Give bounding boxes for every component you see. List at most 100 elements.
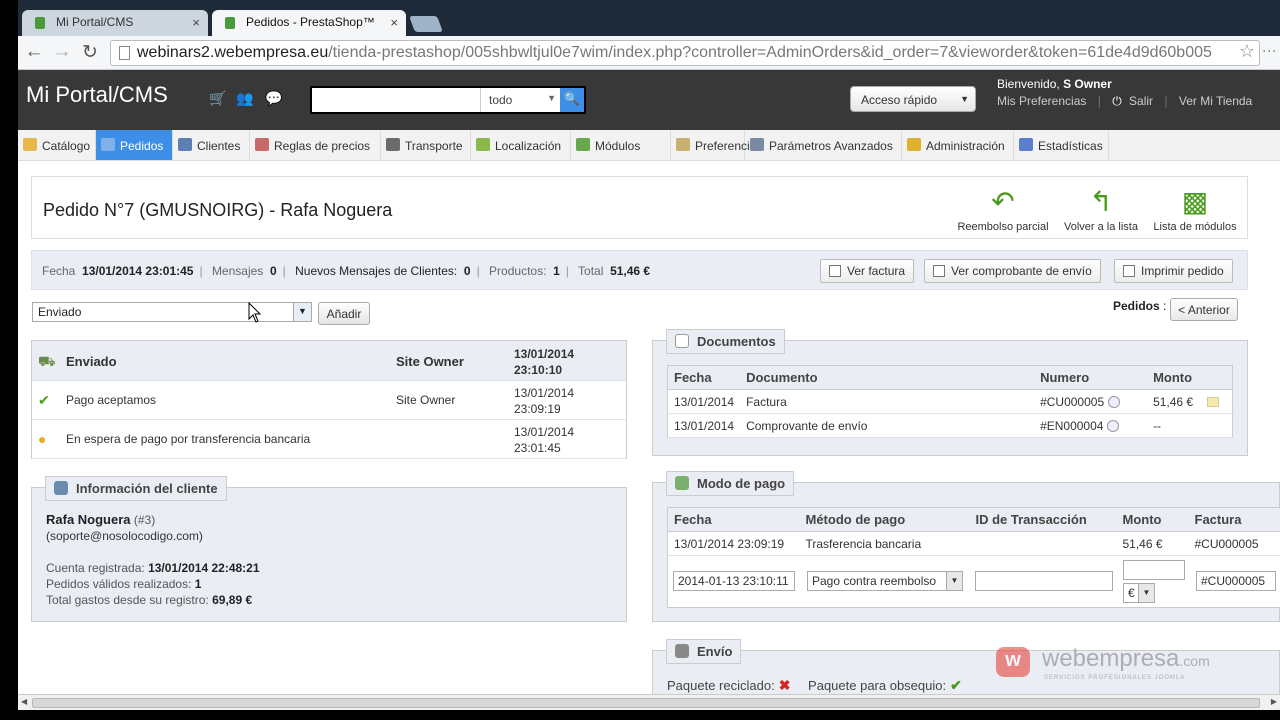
order-status-select[interactable]: Enviado ▼ — [32, 302, 312, 324]
search-icon: 🔍 — [563, 91, 581, 106]
chevron-down-icon: ▼ — [293, 303, 311, 321]
documents-title: Documentos — [697, 334, 776, 349]
tab-pedidos[interactable]: Pedidos - PrestaShop™ × — [212, 10, 406, 36]
total-label: Total — [578, 264, 604, 278]
scroll-thumb[interactable] — [32, 698, 1260, 708]
menu-item-administracion[interactable]: Administración — [902, 130, 1014, 160]
total-spent-label: Total gastos desde su registro: — [46, 593, 209, 607]
menu-item-catalogo[interactable]: Catálogo — [18, 130, 96, 160]
close-icon[interactable]: × — [390, 15, 398, 30]
amount-input[interactable] — [1123, 560, 1185, 580]
magnifier-icon[interactable] — [1108, 396, 1121, 409]
menu-item-preferencias[interactable]: Preferencias — [671, 130, 762, 160]
address-bar[interactable]: webinars2.webempresa.eu/tienda-prestasho… — [110, 40, 1260, 66]
search-input[interactable] — [312, 88, 480, 112]
webempresa-logo-icon: w — [996, 647, 1030, 677]
payment-title: Modo de pago — [697, 476, 786, 491]
view-invoice-button[interactable]: Ver factura — [820, 259, 915, 283]
payment-date: 13/01/2014 23:09:19 — [667, 531, 800, 556]
close-icon[interactable]: × — [192, 15, 200, 30]
status-select[interactable]: Enviado ▼ — [32, 302, 312, 322]
messages-icon[interactable]: 💬 — [265, 90, 282, 107]
bookmark-star-icon[interactable]: ☆ — [1239, 41, 1255, 62]
view-store-link[interactable]: Ver Mi Tienda — [1179, 94, 1252, 108]
menu-item-pedidos[interactable]: Pedidos — [96, 130, 173, 160]
menu-item-parametros-avanzados[interactable]: Parámetros Avanzados — [745, 130, 902, 160]
view-delivery-slip-button[interactable]: Ver comprobante de envío — [924, 259, 1101, 283]
new-tab-button[interactable] — [409, 16, 443, 32]
menu-item-transporte[interactable]: Transporte — [381, 130, 471, 160]
date-value: 13/01/2014 23:01:45 — [82, 264, 194, 278]
client-email[interactable]: (soporte@nosolocodigo.com) — [46, 528, 260, 544]
watermark-tagline: SERVICIOS PROFESIONALES JOOMLA — [1044, 675, 1186, 681]
quick-access-select[interactable]: Acceso rápido ▼ — [850, 86, 976, 112]
payment-table: Fecha Método de pago ID de Transacción M… — [667, 507, 1280, 608]
preferences-link[interactable]: Mis Preferencias — [997, 94, 1086, 108]
prestashop-favicon-icon — [35, 17, 45, 29]
horizontal-scrollbar[interactable]: ◀ ▶ — [18, 694, 1280, 710]
print-order-label: Imprimir pedido — [1141, 264, 1224, 278]
history-date-time: 23:09:19 — [514, 402, 561, 416]
main-menu: Catálogo Pedidos Clientes Reglas de precios… — [18, 130, 1280, 161]
modules-list-label: Lista de módulos — [1153, 221, 1237, 233]
logout-link[interactable]: Salir — [1129, 94, 1153, 108]
menu-item-clientes[interactable]: Clientes — [173, 130, 250, 160]
documents-panel: Documentos Fecha Documento Numero Monto … — [652, 329, 1248, 456]
back-arrow-icon[interactable]: ← — [22, 41, 46, 63]
search-scope-select[interactable]: todo ▼ — [480, 88, 562, 112]
currency-select[interactable]: € ▼ — [1123, 583, 1155, 603]
tab-title: Pedidos - PrestaShop™ — [246, 15, 375, 29]
column-header: Fecha — [667, 365, 741, 390]
payment-method-select[interactable]: Pago contra reembolso ▼ — [807, 571, 963, 591]
date-label: Fecha — [42, 264, 76, 278]
chevron-down-icon: ▼ — [960, 94, 969, 104]
magnifier-icon[interactable] — [1107, 420, 1120, 433]
back-arrow-icon: ↰ — [1089, 186, 1113, 217]
tab-bar: Mi Portal/CMS × Pedidos - PrestaShop™ × — [18, 0, 1280, 36]
add-status-button[interactable]: Añadir — [318, 302, 370, 325]
column-header: Monto — [1147, 365, 1233, 390]
menu-item-reglas-de-precios[interactable]: Reglas de precios — [250, 130, 381, 160]
tab-mi-portal[interactable]: Mi Portal/CMS × — [22, 10, 208, 36]
doc-number-cell: #EN000004 — [1034, 413, 1148, 438]
modules-list-button[interactable]: ▩ Lista de módulos — [1150, 187, 1240, 234]
separator: | — [282, 264, 286, 278]
doc-number[interactable]: #EN000004 — [1040, 419, 1103, 433]
print-order-button[interactable]: Imprimir pedido — [1114, 259, 1233, 283]
back-to-list-button[interactable]: ↰ Volver a la lista — [1060, 186, 1142, 234]
scroll-left-icon[interactable]: ◀ — [21, 697, 27, 706]
key-icon — [907, 138, 921, 151]
search-bar: todo ▼ 🔍 — [310, 86, 586, 114]
truck-icon — [675, 644, 689, 658]
menu-item-localizacion[interactable]: Localización — [471, 130, 571, 160]
browser-menu-icon[interactable]: ⋮ — [1262, 44, 1278, 58]
search-button[interactable]: 🔍 — [560, 88, 584, 112]
previous-order-button[interactable]: < Anterior — [1170, 298, 1238, 321]
partial-refund-button[interactable]: ↶ Reembolso parcial — [954, 187, 1052, 234]
doc-amount: -- — [1147, 413, 1233, 438]
browser-window: Mi Portal/CMS × Pedidos - PrestaShop™ × … — [18, 0, 1280, 710]
payment-panel: Modo de pago Fecha Método de pago ID de … — [652, 471, 1280, 622]
menu-item-modulos[interactable]: Módulos — [571, 130, 671, 160]
invoice-select[interactable]: #CU000005 — [1196, 571, 1276, 591]
shop-logo[interactable]: Mi Portal/CMS — [26, 82, 168, 108]
column-header: Factura — [1188, 507, 1280, 532]
note-icon[interactable] — [1207, 397, 1220, 408]
check-icon: ✔ — [950, 677, 962, 693]
page-title: Pedido N°7 (GMUSNOIRG) - Rafa Noguera — [43, 200, 393, 220]
scroll-right-icon[interactable]: ▶ — [1271, 697, 1277, 706]
payment-date-input[interactable]: 2014-01-13 23:10:11 — [673, 571, 795, 591]
reload-icon[interactable]: ↻ — [78, 41, 102, 64]
customers-icon[interactable]: 👥 — [236, 90, 253, 107]
forward-arrow-icon[interactable]: → — [50, 41, 74, 63]
client-name[interactable]: Rafa Noguera — [46, 512, 131, 527]
client-info-title: Información del cliente — [76, 481, 218, 496]
cross-icon: ✖ — [778, 677, 791, 693]
doc-number[interactable]: #CU000005 — [1040, 395, 1104, 409]
cart-icon[interactable]: 🛒 — [209, 90, 226, 107]
documents-legend: Documentos — [666, 329, 785, 354]
recycled-label: Paquete reciclado: — [667, 678, 775, 693]
coins-icon: ● — [38, 431, 47, 447]
transaction-id-input[interactable] — [975, 571, 1113, 591]
menu-item-estadisticas[interactable]: Estadísticas — [1014, 130, 1109, 160]
